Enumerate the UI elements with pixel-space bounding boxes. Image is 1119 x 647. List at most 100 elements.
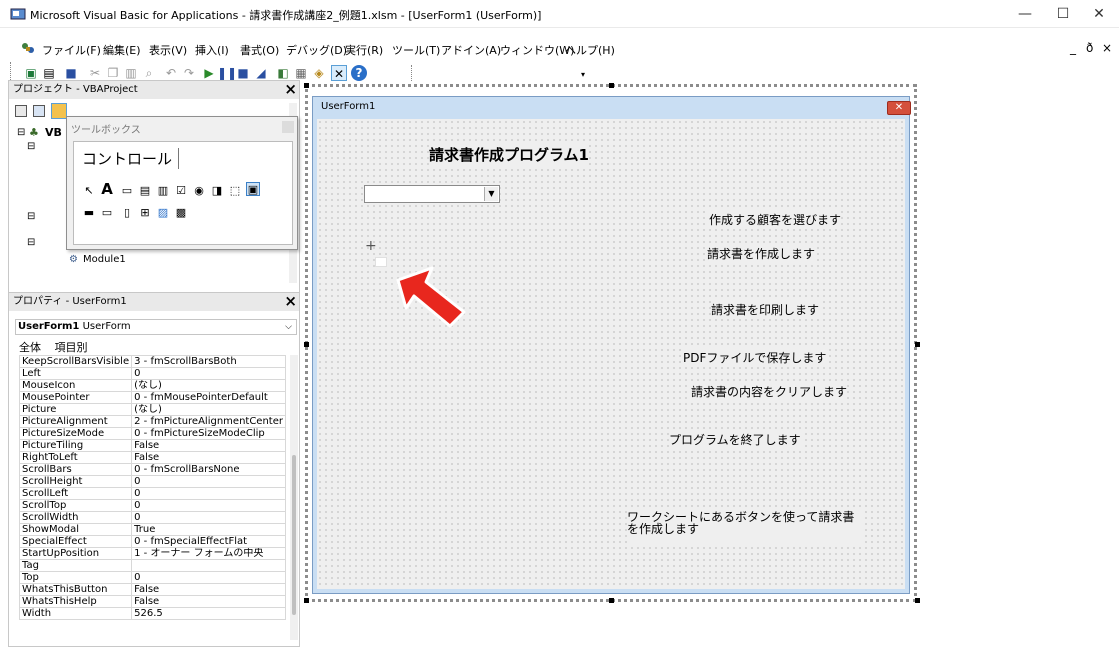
property-value[interactable]: 0 bbox=[131, 511, 286, 524]
property-row[interactable]: ScrollHeight 0 bbox=[18, 475, 286, 488]
textbox-tool-icon[interactable]: ▭ bbox=[120, 184, 134, 198]
property-row[interactable]: PictureAlignment 2 - fmPictureAlignmentCe… bbox=[18, 415, 286, 428]
property-value[interactable]: 0 - fmMousePointerDefault bbox=[131, 391, 286, 404]
property-value[interactable]: True bbox=[131, 523, 286, 536]
properties-scrollbar[interactable] bbox=[290, 355, 298, 640]
label-select-customer[interactable]: 作成する顧客を選びます bbox=[709, 211, 842, 228]
close-button[interactable]: ✕ bbox=[1079, 4, 1119, 24]
optionbutton-tool-icon[interactable]: ◉ bbox=[192, 184, 206, 198]
maximize-button[interactable]: ☐ bbox=[1043, 4, 1083, 24]
tab-alphabetic[interactable]: 全体 bbox=[19, 341, 41, 354]
properties-icon[interactable]: ▦ bbox=[293, 65, 309, 81]
property-value[interactable]: (なし) bbox=[131, 403, 286, 416]
label-print-invoice[interactable]: 請求書を印刷します bbox=[711, 301, 820, 318]
cut-icon[interactable]: ✂ bbox=[87, 65, 103, 81]
combobox-tool-icon[interactable]: ▤ bbox=[138, 184, 152, 198]
design-mode-icon[interactable]: ◢ bbox=[253, 65, 269, 81]
toggle-folders-icon[interactable] bbox=[51, 103, 67, 119]
togglebutton-tool-icon[interactable]: ◨ bbox=[210, 184, 224, 198]
property-value[interactable]: 2 - fmPictureAlignmentCenter bbox=[131, 415, 286, 428]
child-minimize-button[interactable]: _ bbox=[1070, 41, 1076, 55]
tabstrip-tool-icon[interactable]: ▬ bbox=[82, 206, 96, 220]
menu-view[interactable]: 表示(V) bbox=[149, 42, 187, 58]
excel-icon[interactable]: ▣ bbox=[23, 65, 39, 81]
menu-tools[interactable]: ツール(T) bbox=[392, 42, 440, 58]
tree-folder-3-icon[interactable]: ⊟ bbox=[27, 237, 35, 248]
property-row[interactable]: ScrollTop 0 bbox=[18, 499, 286, 512]
spinbutton-tool-icon[interactable]: ⊞ bbox=[138, 206, 152, 220]
tree-folder-2-icon[interactable]: ⊟ bbox=[27, 211, 35, 222]
toolbox-tab-controls[interactable]: コントロール bbox=[82, 148, 180, 169]
userform-close-button[interactable]: ✕ bbox=[887, 101, 911, 115]
save-icon[interactable]: ■ bbox=[63, 65, 79, 81]
undo-icon[interactable]: ↶ bbox=[163, 65, 179, 81]
property-row[interactable]: StartUpPosition 1 - オーナー フォームの中央 bbox=[18, 547, 286, 560]
reset-icon[interactable]: ■ bbox=[235, 65, 251, 81]
resize-handle[interactable] bbox=[609, 598, 614, 603]
property-row[interactable]: ScrollLeft 0 bbox=[18, 487, 286, 500]
property-row[interactable]: PictureSizeMode 0 - fmPictureSizeModeClip bbox=[18, 427, 286, 440]
paste-icon[interactable]: ▥ bbox=[123, 65, 139, 81]
tree-folder-1-icon[interactable]: ⊟ bbox=[27, 141, 35, 152]
scrollbar-thumb[interactable] bbox=[292, 455, 296, 615]
resize-handle[interactable] bbox=[304, 598, 309, 603]
resize-handle[interactable] bbox=[915, 342, 920, 347]
property-value[interactable] bbox=[131, 559, 286, 572]
refedit-tool-icon[interactable]: ▩ bbox=[174, 206, 188, 220]
select-objects-icon[interactable]: ↖ bbox=[82, 184, 96, 198]
property-value[interactable]: 0 bbox=[131, 367, 286, 380]
property-value[interactable]: 526.5 bbox=[131, 607, 286, 620]
toolbar-options-icon[interactable]: ▾ bbox=[581, 70, 585, 79]
property-value[interactable]: 0 bbox=[131, 499, 286, 512]
menu-file[interactable]: ファイル(F) bbox=[42, 42, 101, 58]
image-tool-icon[interactable]: ▨ bbox=[156, 206, 170, 220]
menu-edit[interactable]: 編集(E) bbox=[103, 42, 141, 58]
property-row[interactable]: Tag bbox=[18, 559, 286, 572]
toolbox-icon[interactable]: ✕ bbox=[331, 65, 347, 81]
checkbox-tool-icon[interactable]: ☑ bbox=[174, 184, 188, 198]
child-restore-button[interactable]: ð bbox=[1086, 41, 1093, 55]
commandbutton-tool-icon[interactable]: ▣ bbox=[246, 182, 260, 196]
heading-label[interactable]: 請求書作成プログラム1 bbox=[429, 144, 589, 165]
label-clear-invoice[interactable]: 請求書の内容をクリアします bbox=[691, 383, 848, 400]
property-row[interactable]: SpecialEffect 0 - fmSpecialEffectFlat bbox=[18, 535, 286, 548]
new-control-placeholder[interactable] bbox=[375, 257, 387, 267]
child-close-button[interactable]: × bbox=[1102, 41, 1112, 55]
property-row[interactable]: ScrollBars 0 - fmScrollBarsNone bbox=[18, 463, 286, 476]
properties-close-button[interactable]: × bbox=[284, 293, 297, 310]
find-icon[interactable]: ⌕ bbox=[141, 65, 157, 81]
property-row[interactable]: Top 0 bbox=[18, 571, 286, 584]
frame-tool-icon[interactable]: ⬚ bbox=[228, 184, 242, 198]
property-value[interactable]: 0 - fmSpecialEffectFlat bbox=[131, 535, 286, 548]
property-value[interactable]: 0 - fmScrollBarsNone bbox=[131, 463, 286, 476]
property-value[interactable]: 0 - fmPictureSizeModeClip bbox=[131, 427, 286, 440]
property-value[interactable]: (なし) bbox=[131, 379, 286, 392]
property-row[interactable]: Width 526.5 bbox=[18, 607, 286, 620]
property-row[interactable]: PictureTiling False bbox=[18, 439, 286, 452]
property-value[interactable]: False bbox=[131, 451, 286, 464]
view-object-icon[interactable] bbox=[33, 105, 45, 117]
resize-handle[interactable] bbox=[609, 83, 614, 88]
property-value[interactable]: 3 - fmScrollBarsBoth bbox=[131, 355, 286, 368]
property-row[interactable]: KeepScrollBarsVisible 3 - fmScrollBarsBot… bbox=[18, 355, 286, 368]
tree-expand-icon[interactable]: ⊟ bbox=[17, 127, 25, 138]
property-row[interactable]: Picture (なし) bbox=[18, 403, 286, 416]
property-row[interactable]: MouseIcon (なし) bbox=[18, 379, 286, 392]
multipage-tool-icon[interactable]: ▭ bbox=[100, 206, 114, 220]
break-icon[interactable]: ❚❚ bbox=[217, 65, 237, 81]
label-worksheet-buttons[interactable]: ワークシートにあるボタンを使って請求書を作成します bbox=[627, 511, 865, 545]
label-exit-program[interactable]: プログラムを終了します bbox=[669, 431, 801, 448]
property-row[interactable]: WhatsThisHelp False bbox=[18, 595, 286, 608]
dropdown-arrow-icon[interactable]: ▼ bbox=[484, 187, 498, 201]
scrollbar-tool-icon[interactable]: ▯ bbox=[120, 206, 134, 220]
property-value[interactable]: 0 bbox=[131, 571, 286, 584]
minimize-button[interactable]: — bbox=[1005, 4, 1045, 24]
property-row[interactable]: ShowModal True bbox=[18, 523, 286, 536]
run-icon[interactable]: ▶ bbox=[201, 65, 217, 81]
property-value[interactable]: 1 - オーナー フォームの中央 bbox=[131, 547, 286, 560]
toolbox-close-icon[interactable] bbox=[282, 121, 294, 133]
label-tool-icon[interactable]: A bbox=[100, 182, 114, 197]
resize-handle[interactable] bbox=[304, 83, 309, 88]
resize-handle[interactable] bbox=[915, 598, 920, 603]
tab-categorized[interactable]: 項目別 bbox=[55, 341, 88, 354]
